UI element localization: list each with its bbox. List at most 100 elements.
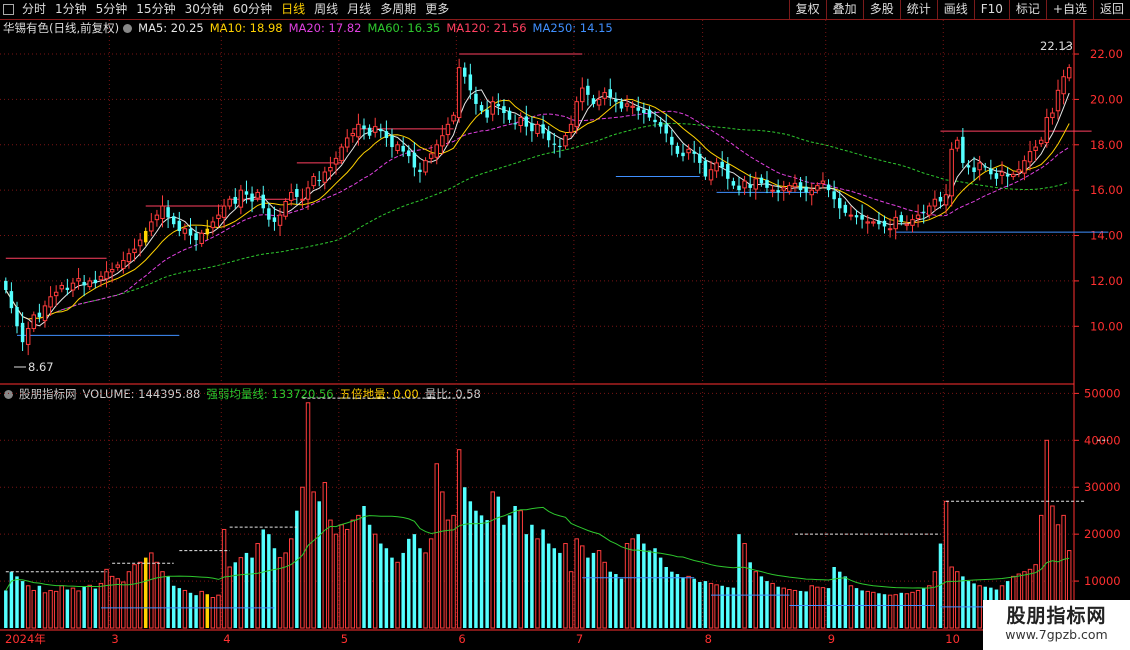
volume-bar xyxy=(653,548,657,628)
candle-body xyxy=(502,106,506,114)
candle-body xyxy=(479,105,484,111)
candle-body xyxy=(792,182,798,188)
candle-body xyxy=(82,282,86,286)
volume-bar xyxy=(770,582,775,629)
volume-bar xyxy=(333,533,339,629)
volume-bar xyxy=(558,552,562,628)
candle-body xyxy=(272,217,277,222)
candle-body xyxy=(4,280,8,290)
candle-body xyxy=(423,160,428,173)
volume-bar xyxy=(171,585,176,628)
candle-body xyxy=(882,220,887,227)
volume-bar xyxy=(602,561,607,629)
candle-body xyxy=(972,167,976,173)
candle-body xyxy=(390,135,394,148)
candle-body xyxy=(384,131,389,138)
candle-body xyxy=(832,191,836,200)
low-annotation: 8.67 xyxy=(28,360,54,374)
candle-body xyxy=(619,101,624,109)
volume-bar xyxy=(507,515,512,628)
candle-body xyxy=(961,136,965,163)
candle-body xyxy=(468,74,473,91)
volume-bar xyxy=(686,575,691,629)
candle-body xyxy=(904,223,910,226)
candle-body xyxy=(871,221,876,224)
volume-bar xyxy=(915,589,921,629)
candle-body xyxy=(999,171,1005,176)
kline-chart[interactable]: 22.00 20.00 18.00 16.00 14.00 12.00 10.00 50000… xyxy=(0,0,1130,650)
candle-body xyxy=(1022,160,1027,174)
volume-bar xyxy=(932,571,938,629)
candle-body xyxy=(1010,173,1016,178)
candle-body xyxy=(681,152,685,157)
volume-bar xyxy=(820,587,826,629)
date-tick-label-7: 9 xyxy=(828,632,835,646)
volume-bar xyxy=(865,590,870,629)
volume-bar xyxy=(76,590,81,629)
volume-bar xyxy=(619,578,624,628)
volume-bar xyxy=(596,550,602,629)
candle-body xyxy=(188,228,193,236)
volume-bar xyxy=(887,594,893,629)
volume-bar xyxy=(132,564,137,629)
candle-body xyxy=(753,178,759,190)
candle-body xyxy=(636,107,640,111)
candle-body xyxy=(350,132,356,137)
watermark-title: 股朋指标网 xyxy=(1006,605,1107,627)
candle-body xyxy=(580,87,585,103)
candle-body xyxy=(994,173,999,179)
volume-bar xyxy=(899,592,904,628)
candle-body xyxy=(915,214,921,220)
candle-body xyxy=(1016,169,1022,173)
date-tick-label-6: 8 xyxy=(705,632,712,646)
volume-bar xyxy=(463,487,467,628)
volume-bar xyxy=(428,538,434,629)
volume-bar xyxy=(210,597,216,629)
candle-body xyxy=(1061,76,1066,95)
volume-bar xyxy=(927,585,932,629)
volume-bar xyxy=(726,587,730,628)
volume-bar xyxy=(848,585,854,629)
volume-bar xyxy=(25,585,31,629)
volume-bar xyxy=(289,538,294,629)
volume-bar xyxy=(681,577,685,628)
volume-bar xyxy=(608,571,612,628)
candle-body xyxy=(328,166,333,172)
candle-body xyxy=(1027,151,1033,163)
volume-bar xyxy=(490,491,495,629)
candle-body xyxy=(726,164,730,179)
volume-bar xyxy=(59,585,65,629)
volume-bar xyxy=(221,528,227,629)
candle-body xyxy=(720,161,724,168)
candle-body xyxy=(921,211,926,213)
candle-body xyxy=(927,205,932,216)
candle-body xyxy=(608,89,612,98)
price-tick-label-1: 20.00 xyxy=(1090,92,1123,106)
date-tick-label-5: 7 xyxy=(576,632,583,646)
candle-body xyxy=(199,232,204,244)
candle-body xyxy=(698,153,702,163)
candle-body xyxy=(820,180,826,184)
volume-bar xyxy=(792,589,798,629)
volume-bar xyxy=(434,463,439,629)
candle-body xyxy=(339,146,344,162)
candle-body xyxy=(70,282,76,291)
volume-bar xyxy=(798,590,803,628)
volume-bar xyxy=(961,576,965,628)
candle-body xyxy=(664,124,668,134)
volume-bar xyxy=(530,524,534,628)
candle-body xyxy=(602,92,607,99)
volume-bar xyxy=(188,592,193,628)
candle-body xyxy=(104,271,109,280)
volume-bar xyxy=(502,524,506,628)
volume-bar xyxy=(552,548,557,628)
volume-bar xyxy=(837,571,842,628)
volume-bar xyxy=(440,491,445,629)
candle-body xyxy=(1066,67,1072,79)
date-tick-label-8: 10 xyxy=(945,632,960,646)
volume-bar xyxy=(339,524,344,629)
volume-bar xyxy=(53,590,59,629)
volume-bar xyxy=(121,581,126,629)
volume-bar xyxy=(708,582,714,629)
candle-body xyxy=(596,98,602,106)
